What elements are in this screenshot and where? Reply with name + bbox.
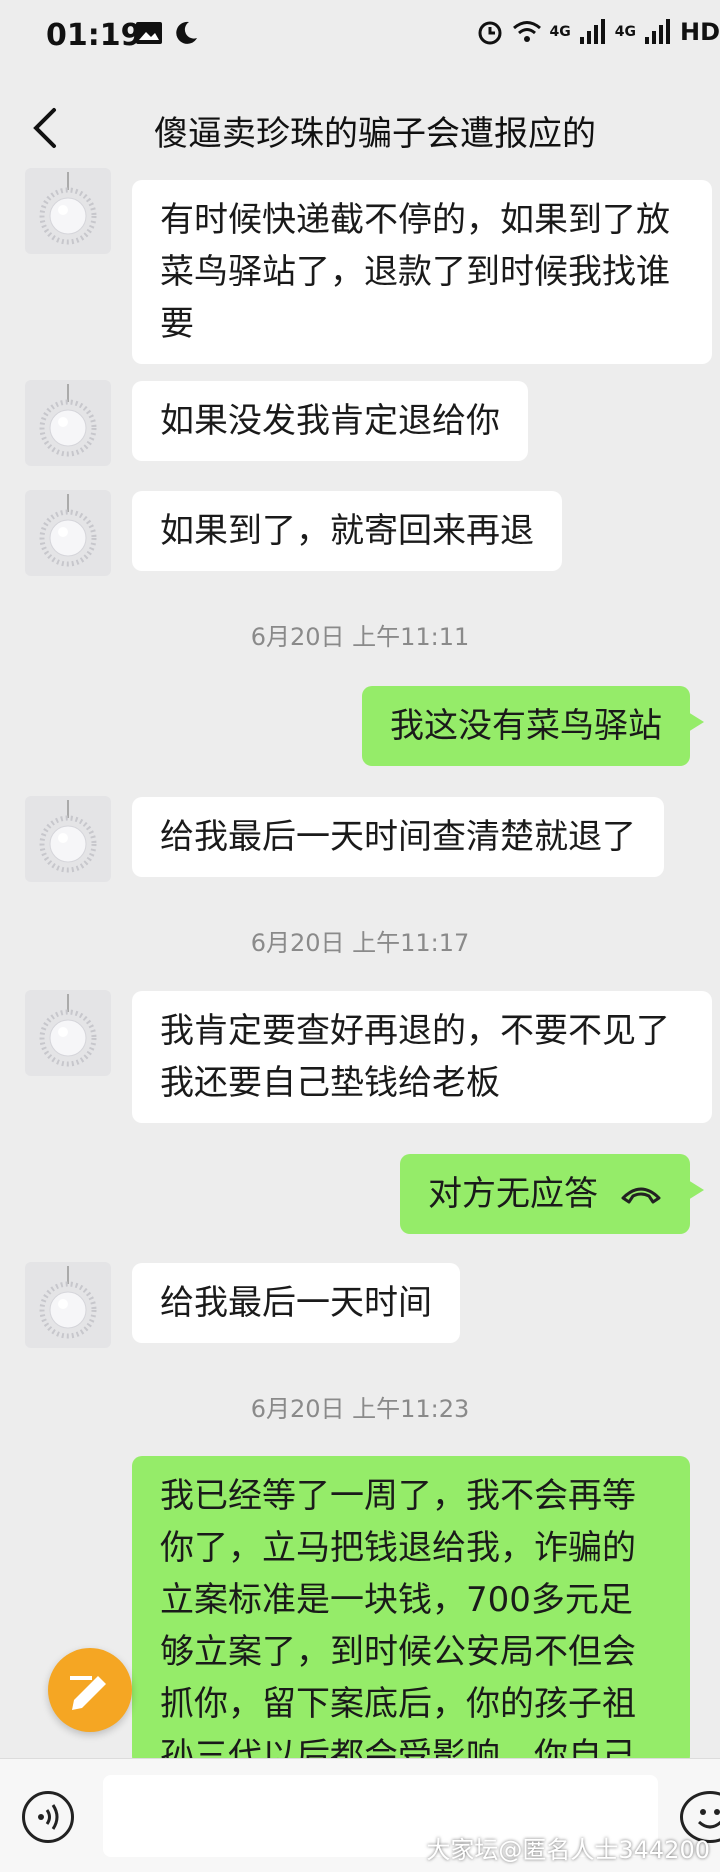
status-right-icons: 4G 4G HD <box>476 18 720 46</box>
message-bubble[interactable]: 给我最后一天时间查清楚就退了 <box>132 797 664 877</box>
pearl-pendant-icon <box>39 800 97 873</box>
call-status-text: 对方无应答 <box>428 1174 598 1214</box>
timestamp: 6月20日 上午11:23 <box>250 1395 470 1423</box>
message-bubble-sent[interactable]: 我这没有菜鸟驿站 <box>362 686 704 766</box>
contact-avatar[interactable] <box>25 990 111 1076</box>
timestamp: 6月20日 上午11:11 <box>250 623 470 651</box>
chat-header: 傻逼卖珍珠的骗子会遭报应的 <box>0 74 720 182</box>
pearl-pendant-icon <box>39 172 97 245</box>
voice-button[interactable] <box>22 1791 74 1843</box>
call-bubble-sent[interactable]: 对方无应答 <box>400 1154 704 1234</box>
pearl-pendant-icon <box>39 994 97 1067</box>
message-bubble[interactable]: 如果没发我肯定退给你 <box>132 381 528 461</box>
signal-icon-2 <box>644 19 670 44</box>
phone-hangup-icon <box>621 1187 661 1204</box>
network-label: 4G <box>549 24 571 40</box>
signal-icon <box>579 19 605 44</box>
alarm-icon <box>478 21 502 45</box>
wifi-icon <box>512 21 541 42</box>
message-bubble[interactable]: 有时候快递截不停的，如果到了放菜鸟驿站了，退款了到时候我找谁要 <box>132 180 712 364</box>
gallery-icon <box>136 22 162 44</box>
contact-avatar[interactable] <box>25 796 111 882</box>
hd-label: HD <box>679 18 720 46</box>
contact-avatar[interactable] <box>25 490 111 576</box>
pearl-pendant-icon <box>39 1266 97 1339</box>
status-left-icons <box>135 20 199 46</box>
status-time: 01:19 <box>46 18 142 53</box>
pearl-pendant-icon <box>39 384 97 457</box>
contact-avatar[interactable] <box>25 380 111 466</box>
status-bar: 01:19 4G 4G HD <box>0 0 720 74</box>
contact-avatar[interactable] <box>25 1262 111 1348</box>
network-label-2: 4G <box>614 24 636 40</box>
pearl-pendant-icon <box>39 494 97 567</box>
edit-icon <box>70 1676 106 1710</box>
timestamp: 6月20日 上午11:17 <box>250 929 470 957</box>
message-bubble[interactable]: 我肯定要查好再退的，不要不见了我还要自己垫钱给老板 <box>132 991 712 1123</box>
message-bubble[interactable]: 如果到了，就寄回来再退 <box>132 491 562 571</box>
moon-icon <box>176 21 197 44</box>
chat-title: 傻逼卖珍珠的骗子会遭报应的 <box>154 114 596 154</box>
compose-fab[interactable] <box>48 1648 132 1732</box>
watermark: 大家坛@匿名人士344200 <box>426 1836 710 1864</box>
contact-avatar[interactable] <box>25 168 111 254</box>
message-bubble-sent[interactable]: 我已经等了一周了，我不会再等你了，立马把钱退给我，诈骗的立案标准是一块钱，700… <box>132 1456 690 1766</box>
voice-icon <box>38 1804 59 1830</box>
message-bubble[interactable]: 给我最后一天时间 <box>132 1263 460 1343</box>
